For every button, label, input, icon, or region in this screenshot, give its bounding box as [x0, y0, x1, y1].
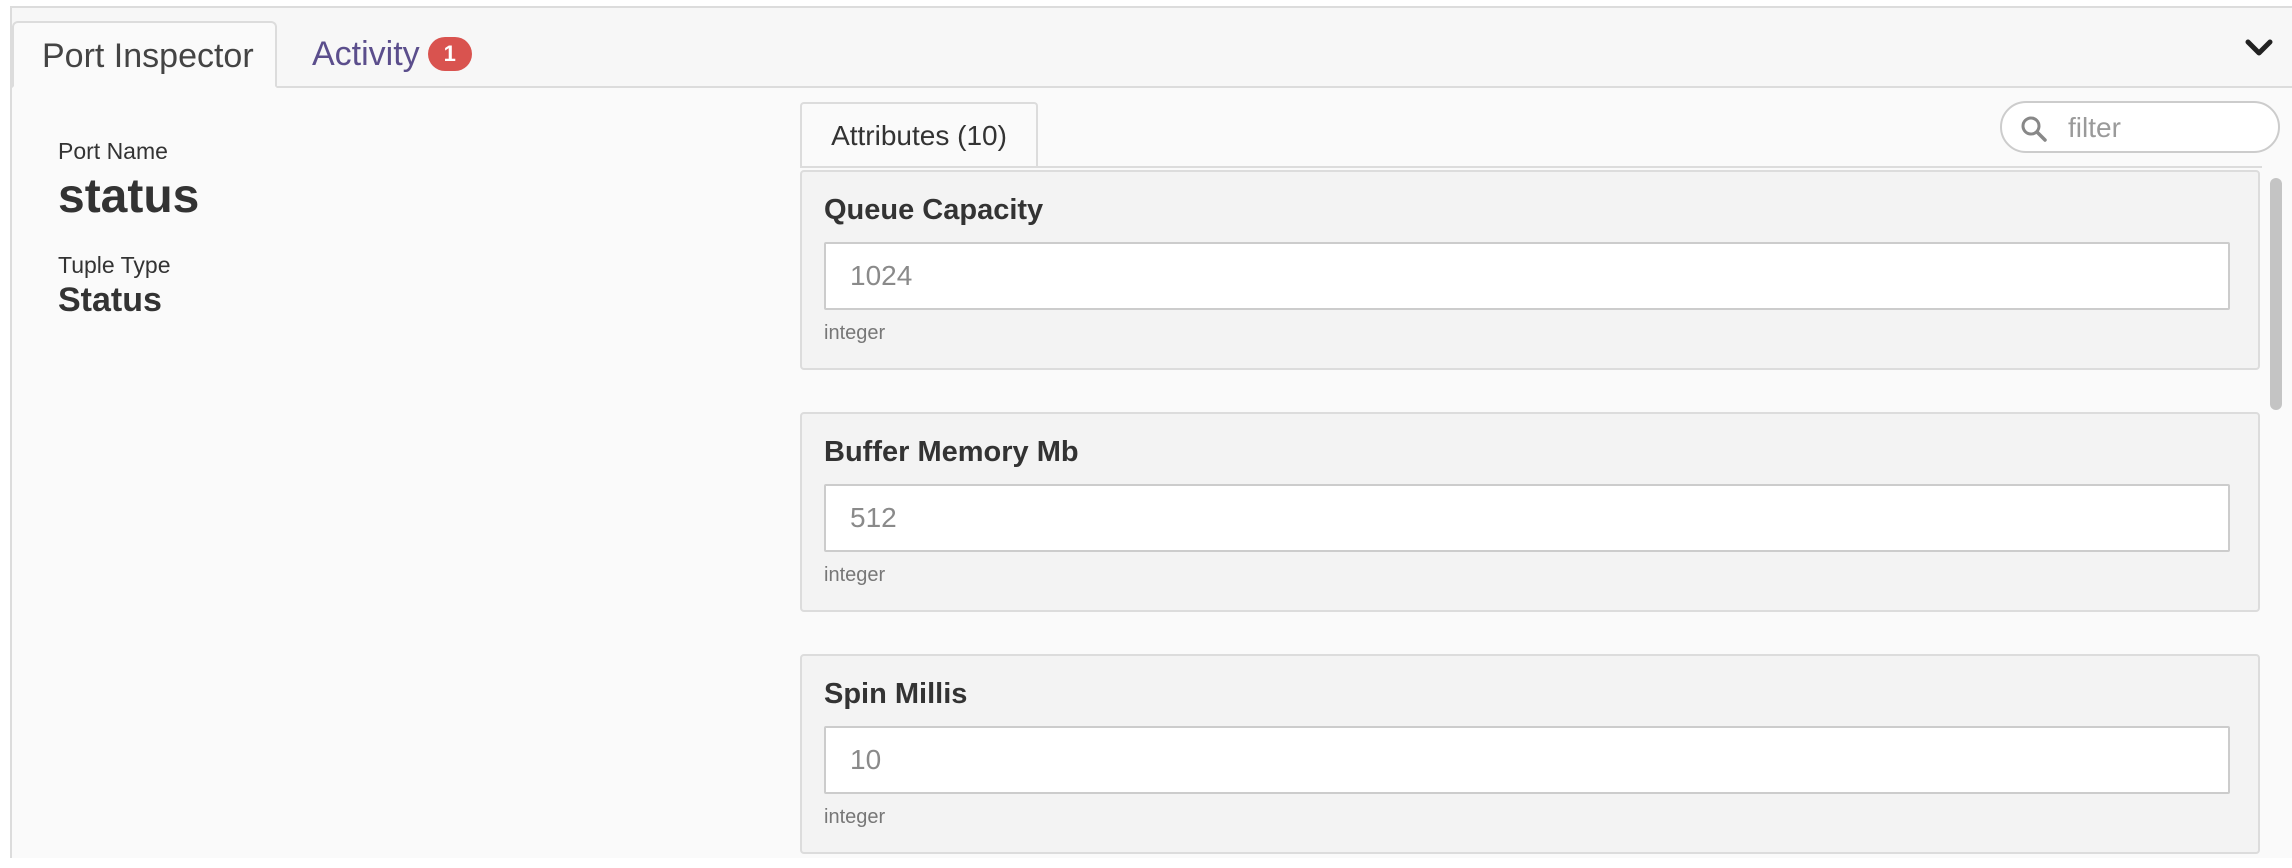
scrollbar-thumb[interactable]: [2270, 178, 2282, 410]
queue-capacity-input[interactable]: [824, 242, 2230, 310]
port-details: Port Name status Tuple Type Status: [58, 138, 199, 320]
attribute-name: Spin Millis: [824, 678, 968, 710]
port-name-value: status: [58, 170, 200, 223]
attribute-list: Queue Capacity integer Buffer Memory Mb …: [800, 166, 2262, 868]
attribute-card-spin-millis: Spin Millis integer: [800, 654, 2260, 854]
filter-input[interactable]: [2066, 109, 2260, 147]
chevron-down-icon[interactable]: [2244, 36, 2274, 60]
tab-attributes-label: Attributes (10): [831, 120, 1007, 151]
activity-count-badge: 1: [427, 37, 472, 72]
spin-millis-input[interactable]: [824, 726, 2230, 794]
tab-port-inspector-label: Port Inspector: [42, 37, 254, 75]
attribute-type: integer: [824, 564, 886, 586]
tab-port-inspector[interactable]: Port Inspector: [12, 21, 277, 88]
filter-search-box[interactable]: [2000, 101, 2280, 153]
attribute-list-scrollbar[interactable]: [2264, 168, 2286, 866]
attribute-card-queue-capacity: Queue Capacity integer: [800, 170, 2260, 370]
port-name-label: Port Name: [58, 138, 168, 164]
tab-activity[interactable]: Activity 1: [312, 21, 472, 88]
attribute-type: integer: [824, 322, 886, 344]
buffer-memory-mb-input[interactable]: [824, 484, 2230, 552]
tab-activity-label: Activity: [312, 35, 420, 73]
tuple-type-value: Status: [58, 281, 162, 319]
search-icon: [2020, 115, 2048, 143]
attribute-card-buffer-memory-mb: Buffer Memory Mb integer: [800, 412, 2260, 612]
attribute-type: integer: [824, 806, 886, 828]
attribute-name: Queue Capacity: [824, 194, 1044, 226]
port-inspector-panel: Port Inspector Activity 1 Port Name statu…: [10, 6, 2292, 858]
panel-tab-bar: Port Inspector Activity 1: [12, 8, 2292, 88]
tuple-type-label: Tuple Type: [58, 252, 171, 278]
tab-attributes[interactable]: Attributes (10): [800, 102, 1038, 168]
attribute-name: Buffer Memory Mb: [824, 436, 1079, 468]
